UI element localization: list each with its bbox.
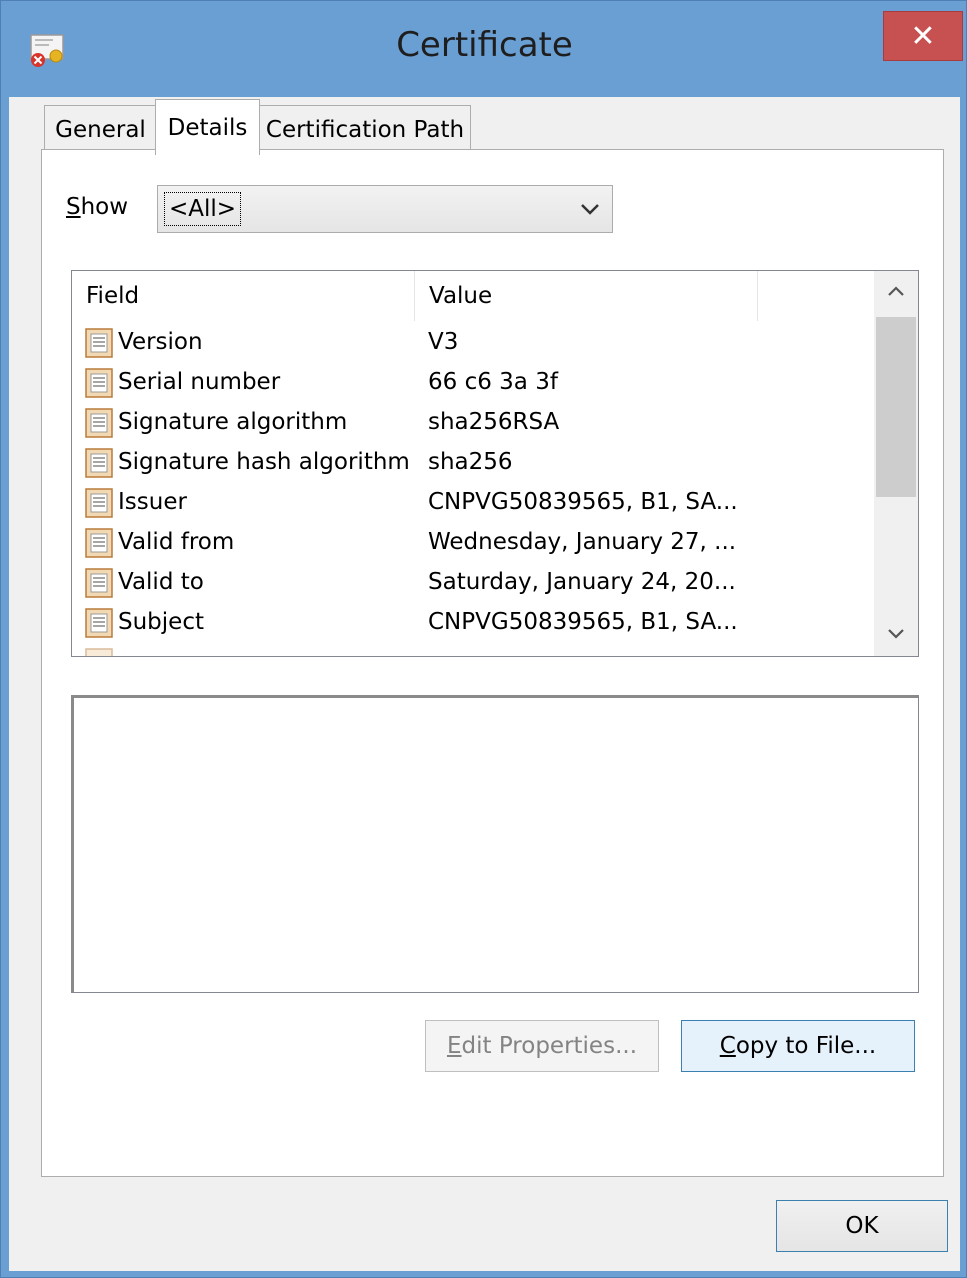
scroll-up-button[interactable] [874,271,918,311]
list-header: Field Value [72,271,874,321]
certificate-field-icon [85,368,113,398]
column-header-empty [758,271,874,321]
tab-details[interactable]: Details [155,99,260,155]
field-value: sha256RSA [428,409,560,435]
show-dropdown[interactable]: <All> [157,185,613,233]
close-icon: ✕ [910,18,936,54]
edit-properties-button[interactable]: Edit Properties... [425,1020,659,1072]
list-item[interactable]: Valid from Wednesday, January 27, ... [72,522,874,562]
tab-general-label: General [55,116,146,143]
field-value: Saturday, January 24, 20... [428,569,736,595]
field-name: Valid to [118,569,204,595]
chevron-up-icon [888,286,904,296]
field-name: Serial number [118,369,281,395]
field-value: CNPVG50839565, B1, SA... [428,489,738,515]
field-value: CNPVG50839565, B1, SA... [428,609,738,635]
show-label: Show [66,194,129,220]
chevron-down-icon [888,629,904,639]
copy-to-file-button[interactable]: Copy to File... [681,1020,915,1072]
certificate-field-icon [85,568,113,598]
certificate-field-icon [85,608,113,638]
field-detail-textbox[interactable] [71,695,919,993]
field-name: Signature algorithm [118,409,348,435]
certificate-field-icon [85,408,113,438]
list-item[interactable]: Serial number 66 c6 3a 3f [72,362,874,402]
list-item-partial[interactable] [72,642,874,656]
ok-button[interactable]: OK [776,1200,948,1252]
list-item[interactable]: Valid to Saturday, January 24, 20... [72,562,874,602]
certificate-field-icon [85,648,113,656]
chevron-down-icon [581,204,599,215]
field-name: Issuer [118,489,187,515]
certificate-field-icon [85,528,113,558]
title-bar[interactable]: Certificate ✕ [1,1,967,97]
dialog-client-area: General Details Certification Path Show … [9,97,960,1271]
details-tab-page: Show <All> Field Value Version V3 Serial… [41,149,944,1177]
tab-certification-path[interactable]: Certification Path [259,105,471,153]
tab-certification-path-label: Certification Path [265,116,465,143]
certificate-window: Certificate ✕ General Details Certificat… [0,0,967,1278]
list-item[interactable]: Signature hash algorithm sha256 [72,442,874,482]
field-value: 66 c6 3a 3f [428,369,558,395]
list-item[interactable]: Version V3 [72,322,874,362]
fields-list[interactable]: Field Value Version V3 Serial number 66 … [71,270,919,657]
certificate-field-icon [85,328,113,358]
tab-general[interactable]: General [44,105,157,153]
list-item[interactable]: Subject CNPVG50839565, B1, SA... [72,602,874,642]
scroll-down-button[interactable] [874,614,918,654]
field-name: Signature hash algorithm [118,449,410,475]
column-header-value[interactable]: Value [415,271,758,321]
column-header-field[interactable]: Field [72,271,415,321]
list-item[interactable]: Issuer CNPVG50839565, B1, SA... [72,482,874,522]
field-name: Valid from [118,529,235,555]
show-dropdown-value: <All> [164,192,242,226]
vertical-scrollbar[interactable] [874,271,918,656]
field-value: sha256 [428,449,513,475]
tab-details-label: Details [167,114,248,141]
scroll-thumb[interactable] [876,317,916,497]
field-name: Version [118,329,203,355]
list-item[interactable]: Signature algorithm sha256RSA [72,402,874,442]
window-title: Certificate [396,25,573,65]
field-name: Subject [118,609,204,635]
field-value: Wednesday, January 27, ... [428,529,737,555]
certificate-field-icon [85,448,113,478]
field-value: V3 [428,329,459,355]
certificate-field-icon [85,488,113,518]
close-button[interactable]: ✕ [883,11,963,61]
